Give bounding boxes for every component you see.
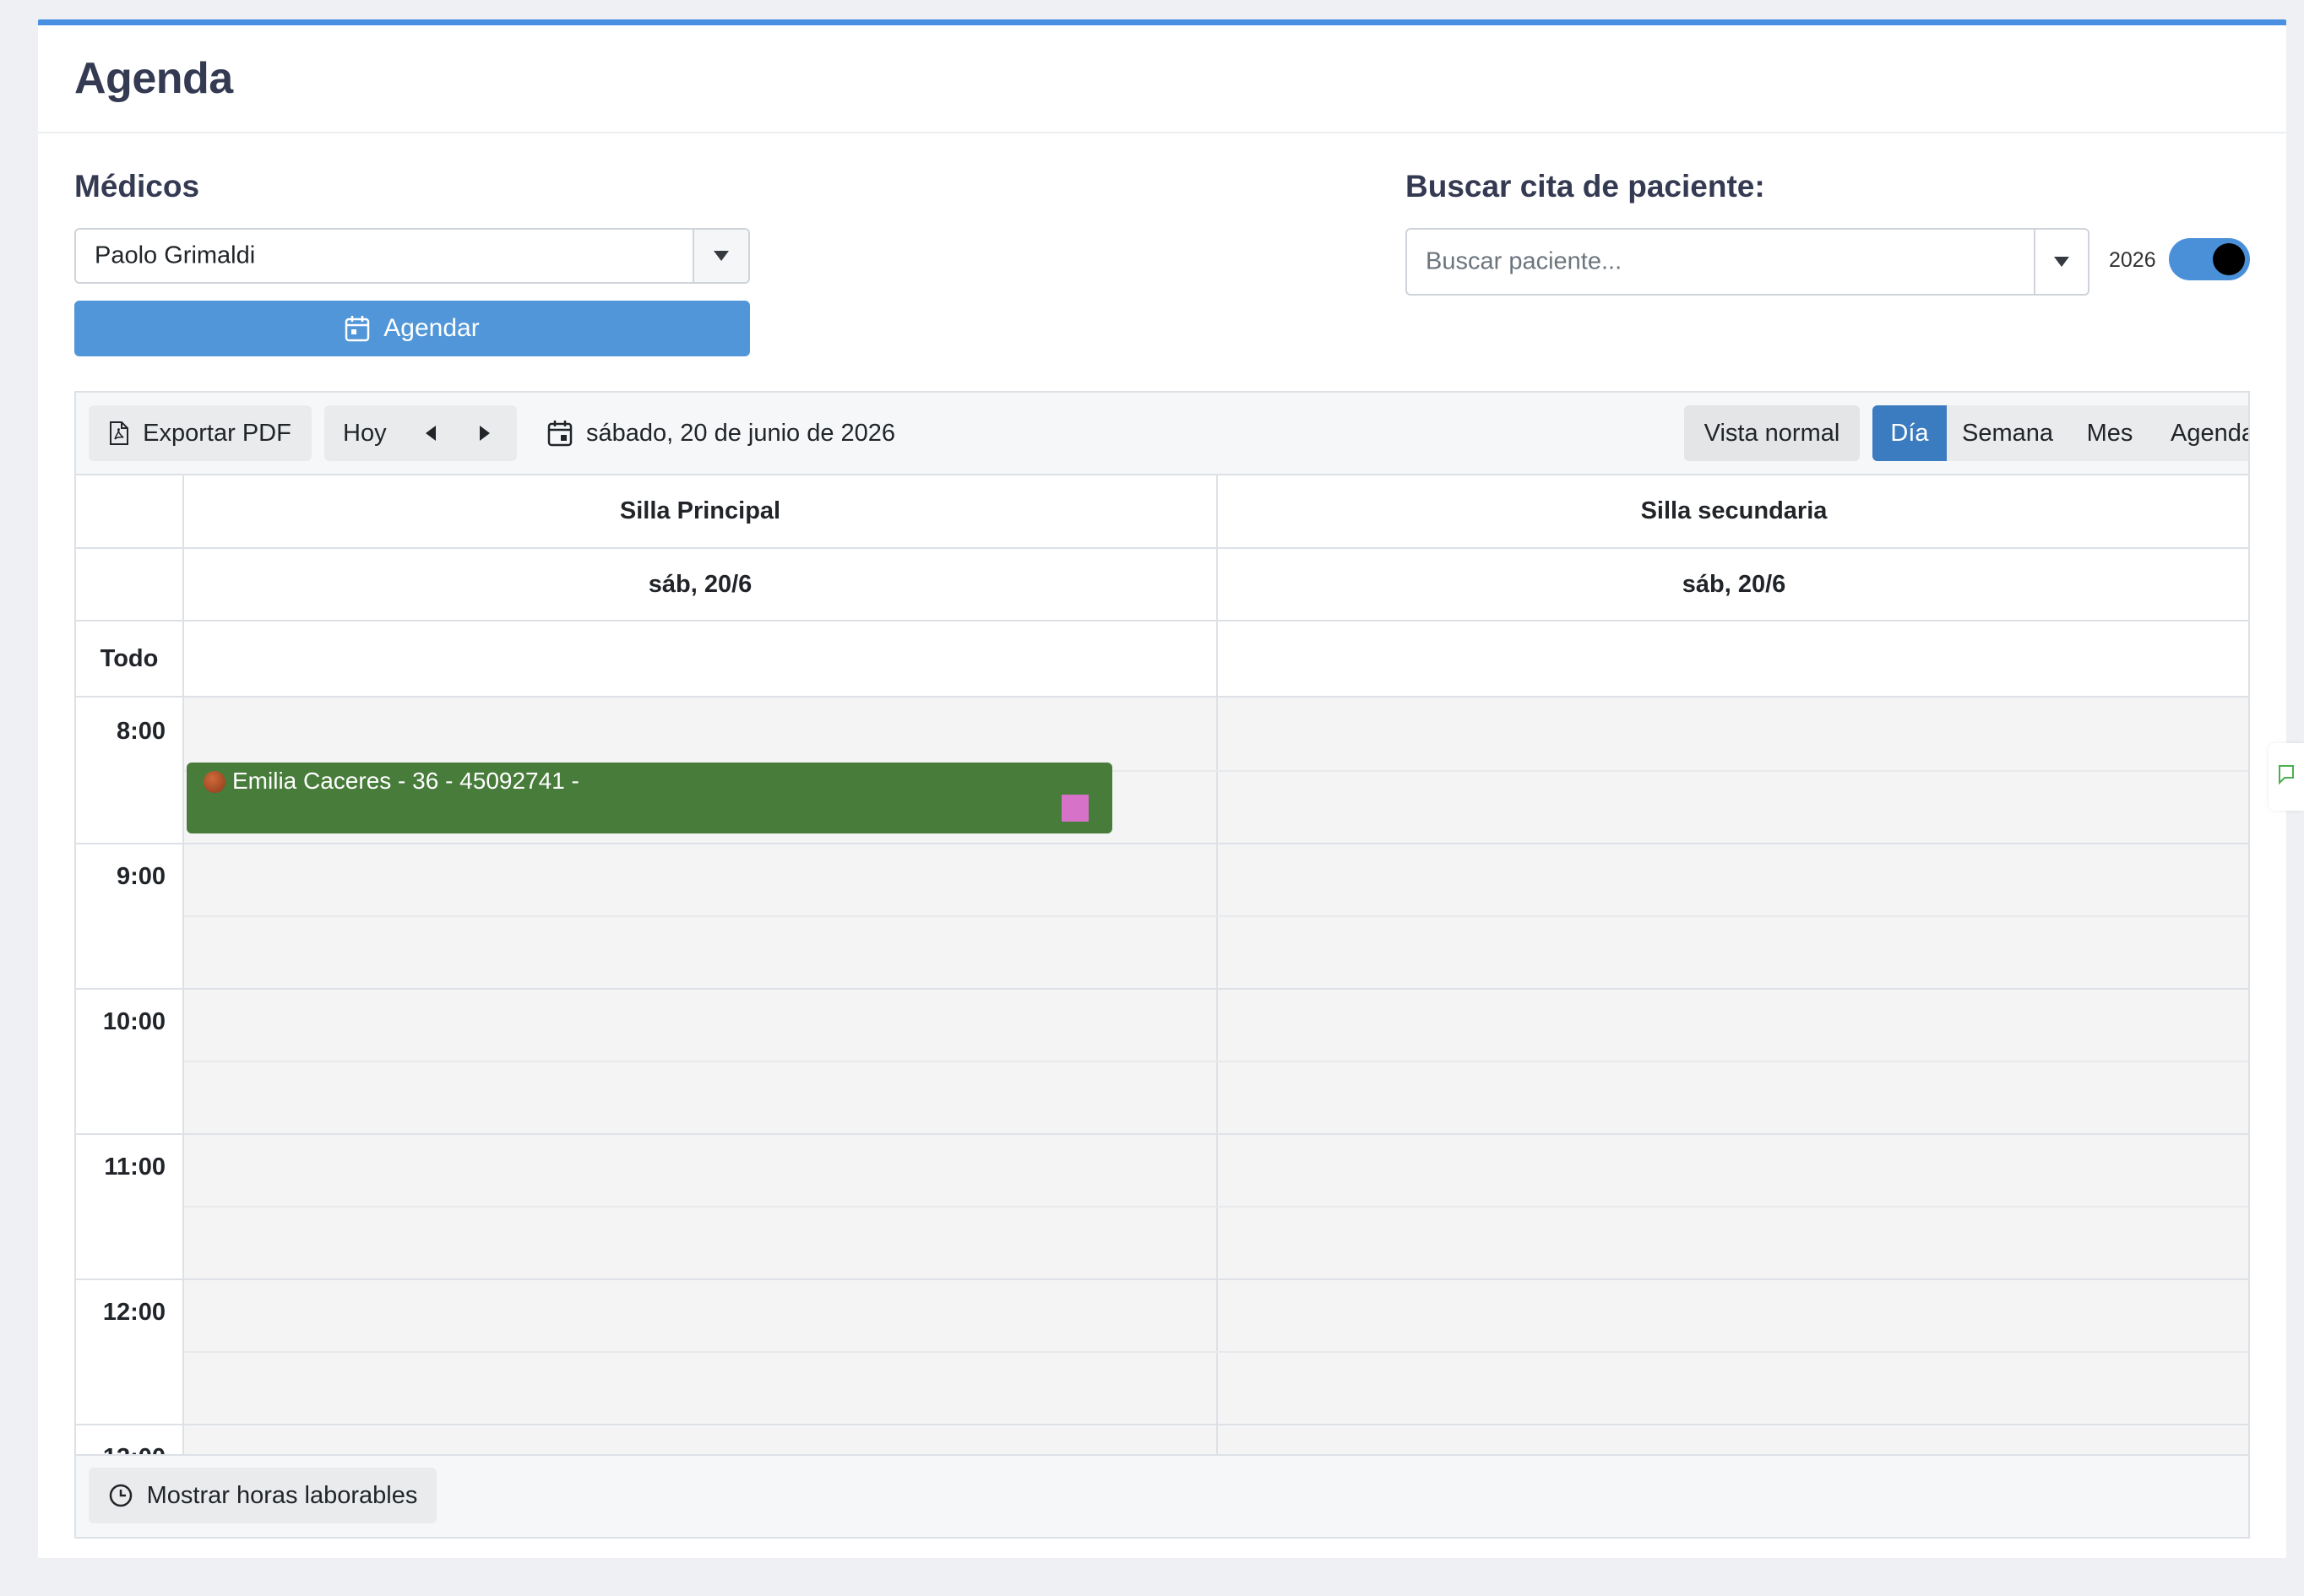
half-hour-line: [184, 915, 2248, 917]
comment-icon: [2279, 765, 2294, 785]
view-agenda-button[interactable]: Agenda: [2151, 405, 2248, 461]
day-header-1: sáb, 20/6: [648, 570, 753, 598]
header-divider: [76, 620, 2248, 622]
appointment-text: Emilia Caceres - 36 - 45092741 -: [232, 768, 579, 794]
hour-line: [76, 1278, 2248, 1280]
pdf-file-icon: [110, 421, 129, 445]
patient-search-input[interactable]: Buscar paciente...: [1405, 228, 2089, 296]
show-working-hours-button[interactable]: Mostrar horas laborables: [89, 1468, 437, 1523]
toggle-knob: [2213, 243, 2245, 275]
vista-normal-button[interactable]: Vista normal: [1684, 405, 1860, 461]
clock-icon: [109, 1484, 132, 1507]
resource-header-2: Silla secundaria: [1640, 497, 1828, 524]
status-dot-icon: [204, 771, 226, 793]
year-toggle[interactable]: [2169, 238, 2250, 280]
hour-line: [76, 988, 2248, 990]
today-button[interactable]: Hoy: [343, 420, 387, 448]
feedback-tab[interactable]: [2269, 743, 2304, 811]
view-month-button[interactable]: Mes: [2068, 405, 2151, 461]
view-switcher: Día Semana Mes Agenda: [1872, 405, 2248, 461]
hour-line: [76, 1133, 2248, 1135]
date-display[interactable]: sábado, 20 de junio de 2026: [547, 405, 895, 461]
nav-group: Hoy: [324, 405, 517, 461]
export-pdf-button[interactable]: Exportar PDF: [89, 405, 312, 461]
page-title: Agenda: [74, 54, 233, 103]
appointment-event[interactable]: Emilia Caceres - 36 - 45092741 -: [187, 763, 1112, 833]
buscar-label: Buscar cita de paciente:: [1405, 169, 1765, 204]
export-pdf-label: Exportar PDF: [143, 419, 291, 447]
resource-header-1: Silla Principal: [619, 497, 781, 524]
agendar-label: Agendar: [383, 314, 480, 342]
hour-label: 9:00: [116, 863, 166, 890]
allday-label: Todo: [100, 644, 159, 672]
year-toggle-label: 2026: [2109, 248, 2156, 272]
next-icon[interactable]: [480, 426, 490, 441]
calendar-icon: [345, 316, 370, 342]
hour-label: 12:00: [102, 1299, 166, 1326]
medico-select-value: Paolo Grimaldi: [95, 242, 256, 269]
agenda-card: Agenda Médicos Paolo Grimaldi × Agendar …: [38, 19, 2286, 1558]
prev-icon[interactable]: [426, 426, 436, 441]
hour-line: [76, 843, 2248, 844]
view-day-button[interactable]: Día: [1872, 405, 1947, 461]
calendar-footer: Mostrar horas laborables: [76, 1454, 2248, 1537]
agendar-button[interactable]: Agendar: [74, 301, 750, 356]
hour-line: [76, 1424, 2248, 1425]
calendar-icon: [547, 421, 573, 447]
chevron-down-icon[interactable]: [2034, 230, 2088, 294]
calendar-toolbar: Exportar PDF Hoy sábado, 20 de junio de …: [76, 393, 2248, 475]
patient-search-placeholder: Buscar paciente...: [1426, 247, 1622, 275]
hour-label: 11:00: [104, 1154, 166, 1181]
vista-normal-label: Vista normal: [1704, 419, 1840, 447]
medicos-label: Médicos: [74, 169, 200, 204]
card-header: Agenda: [38, 25, 2286, 133]
half-hour-line: [184, 1206, 2248, 1208]
medico-select[interactable]: Paolo Grimaldi ×: [74, 228, 750, 284]
show-working-hours-label: Mostrar horas laborables: [146, 1481, 418, 1509]
resource-2-slots[interactable]: [1218, 698, 2248, 1458]
hour-label: 8:00: [116, 718, 166, 745]
date-text: sábado, 20 de junio de 2026: [586, 419, 896, 447]
view-week-button[interactable]: Semana: [1947, 405, 2068, 461]
half-hour-line: [184, 1351, 2248, 1353]
chevron-down-icon[interactable]: [693, 230, 748, 282]
appointment-marker: [1062, 795, 1089, 822]
half-hour-line: [184, 1061, 2248, 1062]
day-header-2: sáb, 20/6: [1682, 570, 1786, 598]
calendar: Exportar PDF Hoy sábado, 20 de junio de …: [74, 391, 2250, 1539]
hour-label: 10:00: [102, 1008, 166, 1035]
